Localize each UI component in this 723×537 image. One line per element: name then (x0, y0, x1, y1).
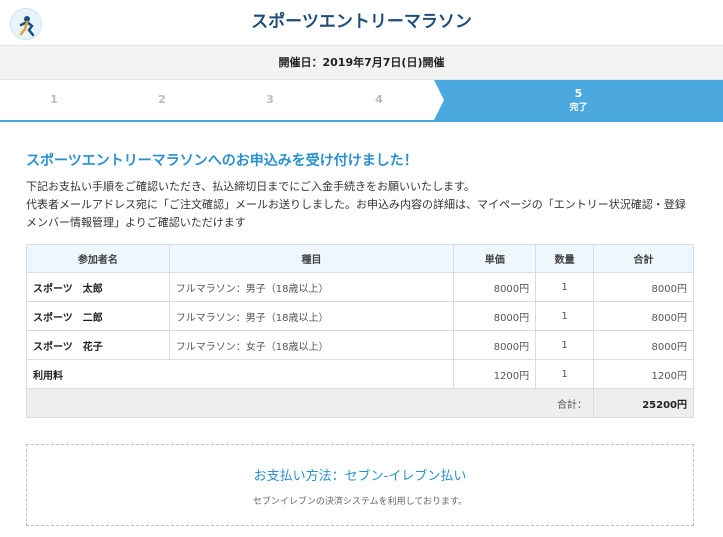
line-total: 8000円 (593, 272, 694, 302)
event-category: フルマラソン：女子（18歳以上） (168, 330, 455, 360)
table-row: スポーツ 太郎 フルマラソン：男子（18歳以上） 8000円 1 8000円 (26, 272, 694, 302)
payment-method-title: お支払い方法：セブン-イレブン払い (253, 469, 467, 484)
event-date-bar: 開催日：2019年7月7日(日)開催 (0, 46, 723, 80)
fee-row: 利用料 1200円 1 1200円 (25, 359, 694, 389)
unit-price: 8000円 (453, 301, 537, 331)
page-title: スポーツエントリーマラソン (251, 12, 472, 32)
grand-total-value: 25200円 (593, 388, 694, 418)
table-header-row: 参加者名 種目 単価 数量 合計 (26, 244, 694, 273)
completion-message: 下記お支払い手順をご確認いただき、払込締切日までにご入金手続きをお願いいたします… (26, 178, 694, 232)
message-line-2: 代表者メールアドレス宛に「ご注文確認」メールお送りしました。お申込み内容の詳細は… (26, 198, 686, 229)
progress-steps: 1 2 3 4 5 完了 (0, 80, 723, 122)
fee-total: 1200円 (593, 359, 694, 389)
main-content: スポーツエントリーマラソンへのお申込みを受け付けました！ 下記お支払い手順をご確… (25, 150, 694, 418)
col-header-price: 単価 (453, 244, 537, 273)
runner-logo-icon[interactable] (10, 8, 42, 40)
quantity: 1 (535, 301, 595, 331)
step-2: 2 (108, 80, 216, 120)
table-row: スポーツ 花子 フルマラソン：女子（18歳以上） 8000円 1 8000円 (26, 330, 694, 360)
step-number: 3 (266, 93, 274, 106)
fee-price: 1200円 (453, 359, 537, 389)
participant-name: スポーツ 太郎 (26, 272, 170, 302)
step-4: 4 (324, 80, 434, 120)
step-1: 1 (0, 80, 108, 120)
line-total: 8000円 (593, 301, 694, 331)
step-arrow (434, 80, 444, 120)
app-header: スポーツエントリーマラソン (0, 0, 723, 46)
col-header-event: 種目 (168, 244, 455, 273)
grand-total-row: 合計： 25200円 (25, 388, 694, 418)
step-label: 完了 (569, 103, 588, 113)
event-category: フルマラソン：男子（18歳以上） (168, 272, 455, 302)
step-number: 1 (50, 93, 58, 106)
line-total: 8000円 (593, 330, 694, 360)
step-5-complete: 5 完了 (434, 80, 723, 120)
unit-price: 8000円 (453, 272, 537, 302)
event-category: フルマラソン：男子（18歳以上） (168, 301, 455, 331)
col-header-total: 合計 (593, 244, 694, 273)
payment-method-box: お支払い方法：セブン-イレブン払い セブンイレブンの決済システムを利用しておりま… (26, 444, 694, 526)
order-table: 参加者名 種目 単価 数量 合計 スポーツ 太郎 フルマラソン：男子（18歳以上… (25, 244, 694, 418)
col-header-name: 参加者名 (26, 244, 170, 273)
fee-quantity: 1 (535, 359, 595, 389)
col-header-qty: 数量 (535, 244, 595, 273)
participant-name: スポーツ 花子 (26, 330, 170, 360)
grand-total-label: 合計： (25, 388, 595, 418)
unit-price: 8000円 (453, 330, 537, 360)
completion-heading: スポーツエントリーマラソンへのお申込みを受け付けました！ (26, 153, 418, 169)
payment-method-description: セブンイレブンの決済システムを利用しております。 (252, 497, 468, 507)
step-number: 5 (574, 87, 583, 100)
participant-name: スポーツ 二郎 (26, 301, 170, 331)
table-row: スポーツ 二郎 フルマラソン：男子（18歳以上） 8000円 1 8000円 (26, 301, 694, 331)
quantity: 1 (535, 272, 595, 302)
step-number: 4 (375, 93, 383, 106)
quantity: 1 (535, 330, 595, 360)
step-number: 2 (158, 93, 166, 106)
message-line-1: 下記お支払い手順をご確認いただき、払込締切日までにご入金手続きをお願いいたします… (26, 180, 475, 193)
step-3: 3 (216, 80, 324, 120)
fee-label: 利用料 (25, 359, 455, 389)
